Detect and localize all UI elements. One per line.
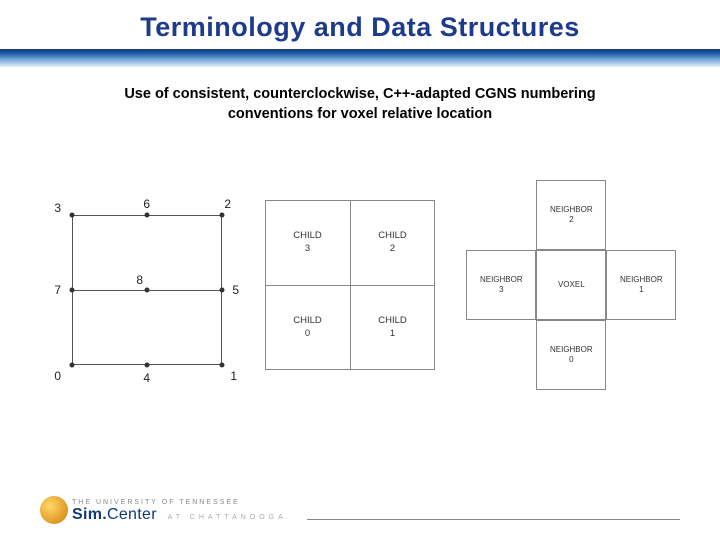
neighbor-cell-right: NEIGHBOR1 [606,250,676,320]
node-label-8: 8 [136,273,143,287]
child-cell-0: CHILD0 [265,285,350,370]
subtitle: Use of consistent, counterclockwise, C++… [0,85,720,124]
logo-center: Center [107,506,157,523]
node-dot-3 [69,213,74,218]
logo-university-line: THE UNIVERSITY OF TENNESSEE [72,499,287,506]
footer-rule [307,519,680,520]
subtitle-line-2: conventions for voxel relative location [228,106,492,122]
node-label-6: 6 [143,197,150,211]
node-dot-2 [219,213,224,218]
child-cell-1: CHILD1 [350,285,435,370]
logo-text: THE UNIVERSITY OF TENNESSEE Sim.Center A… [72,499,287,524]
node-dot-7 [69,288,74,293]
subtitle-line-1: Use of consistent, counterclockwise, C++… [124,86,595,102]
node-label-4: 4 [143,371,150,385]
node-dot-5 [219,288,224,293]
voxel-cell-center: VOXEL [536,250,606,320]
node-dot-0 [69,363,74,368]
child-cell-3: CHILD3 [265,200,350,285]
neighbor-cell-top: NEIGHBOR2 [536,180,606,250]
node-label-7: 7 [54,283,61,297]
title-underline [0,49,720,67]
page-title: Terminology and Data Structures [0,12,720,43]
child-quadrant-diagram: CHILD3 CHILD2 CHILD0 CHILD1 [265,200,435,370]
node-label-0: 0 [54,369,61,383]
simcenter-logo: THE UNIVERSITY OF TENNESSEE Sim.Center A… [40,496,287,524]
node-label-5: 5 [232,283,239,297]
child-cell-2: CHILD2 [350,200,435,285]
diagram-row: 3 6 2 7 8 5 0 4 1 CHILD3 CHILD2 CHILD0 C… [0,175,720,395]
logo-sim: Sim. [72,506,107,523]
node-dot-6 [144,213,149,218]
node-dot-4 [144,363,149,368]
node-dot-8 [144,288,149,293]
logo-chattanooga: AT CHATTANOOGA [168,514,287,521]
node-label-1: 1 [230,369,237,383]
footer: THE UNIVERSITY OF TENNESSEE Sim.Center A… [0,480,720,540]
neighbor-cell-bottom: NEIGHBOR0 [536,320,606,390]
node-dot-1 [219,363,224,368]
logo-mark-icon [40,496,68,524]
neighbor-cross-diagram: NEIGHBOR2 NEIGHBOR3 VOXEL NEIGHBOR1 NEIG… [466,180,676,390]
node-numbering-diagram: 3 6 2 7 8 5 0 4 1 [44,190,234,380]
node-label-3: 3 [54,201,61,215]
node-label-2: 2 [224,197,231,211]
neighbor-cell-left: NEIGHBOR3 [466,250,536,320]
title-bar: Terminology and Data Structures [0,0,720,67]
